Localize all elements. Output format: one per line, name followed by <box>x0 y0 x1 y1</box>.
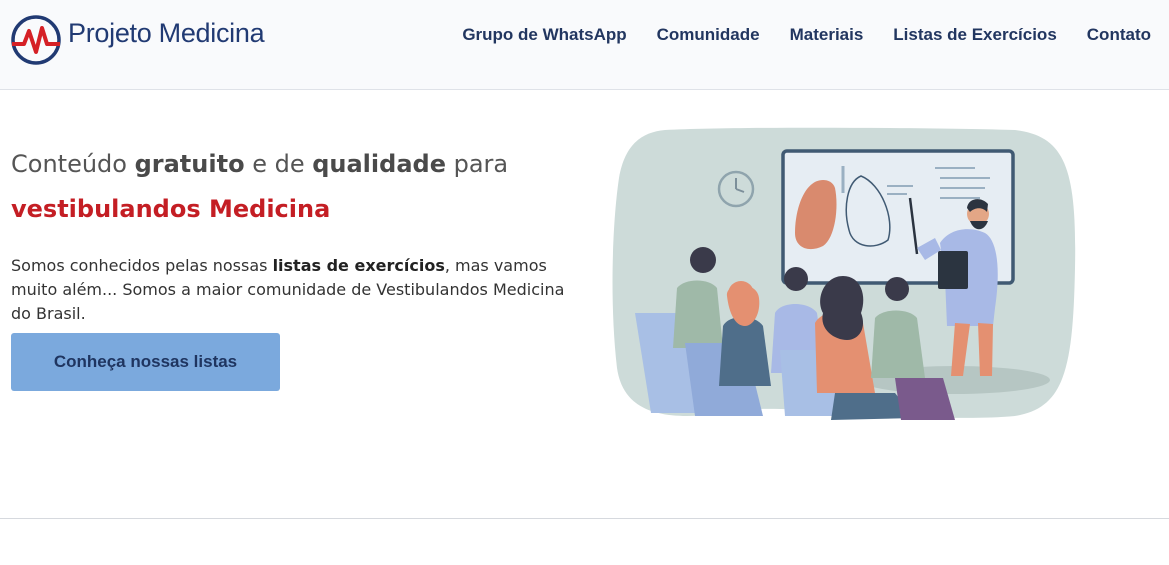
nav-materials[interactable]: Materiais <box>790 25 864 45</box>
hero-subtitle: vestibulandos Medicina <box>11 195 331 223</box>
site-header: Projeto Medicina Grupo de WhatsApp Comun… <box>0 0 1169 90</box>
nav-community[interactable]: Comunidade <box>657 25 760 45</box>
nav-exercise-lists[interactable]: Listas de Exercícios <box>893 25 1056 45</box>
hero-description-text-1: Somos conhecidos pelas nossas <box>11 256 273 275</box>
doctor-lecture-illustration <box>612 127 1076 420</box>
hero-description: Somos conhecidos pelas nossas listas de … <box>11 254 581 326</box>
main-nav: Grupo de WhatsApp Comunidade Materiais L… <box>432 25 1151 45</box>
hero-title-bold-1: gratuito <box>134 150 245 178</box>
brand-logo[interactable]: Projeto Medicina <box>10 14 265 66</box>
exercise-lists-cta-button[interactable]: Conheça nossas listas <box>11 333 280 391</box>
hero-title-text-1: Conteúdo <box>11 150 135 178</box>
section-divider <box>0 518 1169 519</box>
hero-title: Conteúdo gratuito e de qualidade para <box>11 146 571 182</box>
hero-title-text-3: para <box>445 150 509 178</box>
hero-title-bold-2: qualidade <box>312 150 446 178</box>
hero-description-bold: listas de exercícios <box>272 256 445 275</box>
nav-contact[interactable]: Contato <box>1087 25 1151 45</box>
nav-whatsapp-group[interactable]: Grupo de WhatsApp <box>462 25 626 45</box>
heartbeat-logo-icon <box>11 15 61 65</box>
hero-title-text-2: e de <box>244 150 313 178</box>
brand-name: Projeto Medicina <box>68 17 265 48</box>
